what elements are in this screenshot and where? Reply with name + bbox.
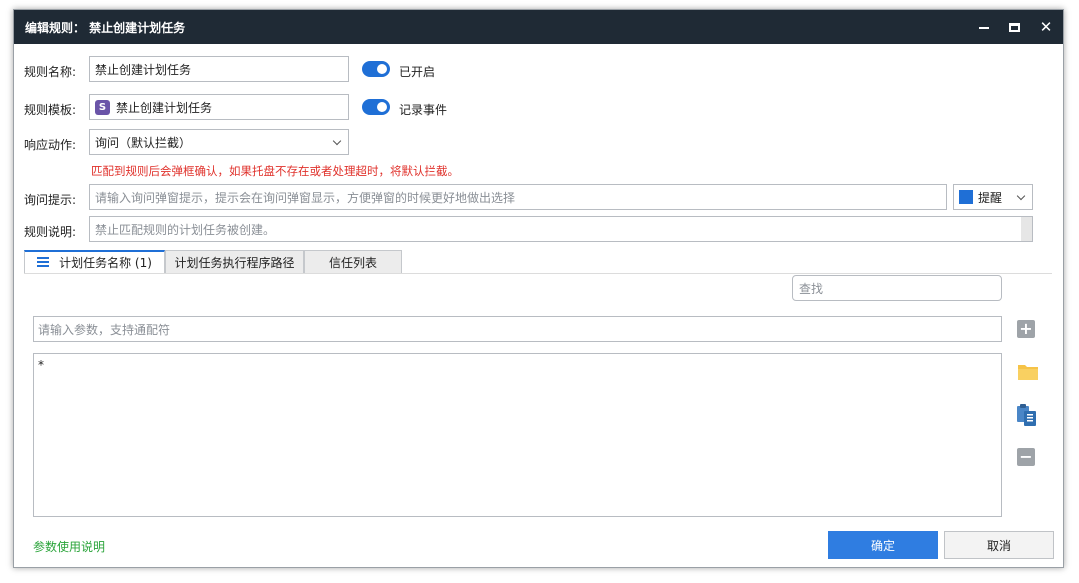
plus-icon: + <box>1017 320 1035 338</box>
rule-desc-value: 禁止匹配规则的计划任务被创建。 <box>95 222 276 237</box>
tab-task-program-path[interactable]: 计划任务执行程序路径 <box>165 250 304 274</box>
edit-rule-dialog: 编辑规则： 禁止创建计划任务 ✕ 规则名称: 禁止创建计划任务 已开启 规则模板… <box>13 9 1064 568</box>
response-action-label: 响应动作: <box>24 138 77 152</box>
log-event-toggle-label: 记录事件 <box>399 103 448 117</box>
param-input[interactable]: 请输入参数，支持通配符 <box>33 316 1002 342</box>
action-warning-text: 匹配到规则后会弹框确认，如果托盘不存在或者处理超时，将默认拦截。 <box>91 164 459 178</box>
log-event-toggle[interactable] <box>362 99 390 115</box>
chevron-down-icon <box>1016 191 1026 201</box>
rule-desc-input[interactable]: 禁止匹配规则的计划任务被创建。 <box>89 216 1033 242</box>
minimize-button[interactable] <box>969 10 999 44</box>
maximize-icon <box>1008 22 1020 32</box>
template-s-icon: S <box>95 99 110 115</box>
param-help-link[interactable]: 参数使用说明 <box>33 538 105 555</box>
prompt-label: 询问提示: <box>24 193 77 207</box>
search-input[interactable]: 查找 <box>792 275 1002 301</box>
rule-template-value: 禁止创建计划任务 <box>116 100 213 115</box>
tab-divider <box>24 273 1052 274</box>
close-button[interactable]: ✕ <box>1031 10 1061 44</box>
desc-scrollbar[interactable] <box>1021 217 1032 241</box>
window-title: 编辑规则： 禁止创建计划任务 <box>25 21 186 35</box>
level-color-swatch <box>959 190 973 204</box>
add-param-button[interactable]: + <box>1017 320 1035 338</box>
rule-template-label: 规则模板: <box>24 103 77 117</box>
response-action-select[interactable]: 询问（默认拦截） <box>89 129 349 155</box>
minimize-icon <box>979 27 989 29</box>
param-list-area[interactable]: * <box>33 353 1002 517</box>
tab-trust-list[interactable]: 信任列表 <box>304 250 402 274</box>
list-icon <box>37 257 50 268</box>
cancel-button[interactable]: 取消 <box>944 531 1054 559</box>
remove-param-button[interactable]: − <box>1017 448 1035 466</box>
title-bar: 编辑规则： 禁止创建计划任务 ✕ <box>14 10 1063 44</box>
maximize-button[interactable] <box>999 10 1029 44</box>
folder-icon <box>1018 365 1038 380</box>
tab-task-name[interactable]: 计划任务名称 (1) <box>24 250 165 274</box>
response-action-value: 询问（默认拦截） <box>95 135 192 150</box>
paste-button[interactable] <box>1016 403 1038 430</box>
prompt-level-select[interactable]: 提醒 <box>953 184 1033 210</box>
chevron-down-icon <box>332 136 342 146</box>
param-entry[interactable]: * <box>38 358 997 372</box>
close-icon: ✕ <box>1039 17 1053 36</box>
rule-name-label: 规则名称: <box>24 65 77 79</box>
tab-label: 计划任务执行程序路径 <box>174 255 295 270</box>
minus-icon: − <box>1017 448 1035 466</box>
rule-name-input[interactable]: 禁止创建计划任务 <box>89 56 349 82</box>
tab-label: 信任列表 <box>328 255 377 270</box>
import-file-button[interactable] <box>1017 362 1039 384</box>
rule-desc-label: 规则说明: <box>24 225 77 239</box>
rule-template-field[interactable]: S 禁止创建计划任务 <box>89 94 349 120</box>
paste-icon <box>1017 404 1036 426</box>
enabled-toggle[interactable] <box>362 61 390 77</box>
tab-label: 计划任务名称 (1) <box>59 256 152 270</box>
prompt-level-value: 提醒 <box>978 190 1003 205</box>
enabled-toggle-label: 已开启 <box>399 65 436 79</box>
ok-button[interactable]: 确定 <box>828 531 938 559</box>
prompt-input[interactable]: 请输入询问弹窗提示，提示会在询问弹窗显示，方便弹窗的时候更好地做出选择 <box>89 184 947 210</box>
